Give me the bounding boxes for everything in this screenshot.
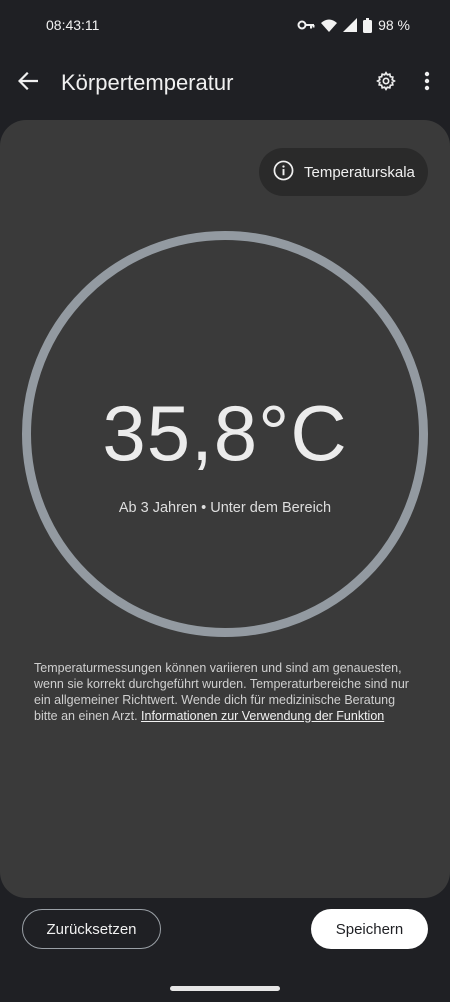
settings-button[interactable] (373, 70, 399, 96)
more-options-button[interactable] (416, 70, 438, 96)
temperature-value: 35,8°C (102, 389, 348, 477)
navigation-handle[interactable] (170, 986, 280, 991)
gear-icon (376, 70, 396, 96)
back-button[interactable] (14, 69, 42, 97)
reset-button[interactable]: Zurücksetzen (22, 909, 161, 949)
signal-icon (343, 18, 358, 32)
battery-percent: 98 % (378, 17, 410, 33)
wifi-icon (321, 19, 338, 32)
status-icons: 98 % (297, 17, 410, 33)
app-bar: Körpertemperatur (0, 56, 450, 110)
vpn-key-icon (297, 19, 315, 31)
battery-icon (363, 17, 373, 33)
back-arrow-icon (17, 71, 39, 95)
status-time: 08:43:11 (46, 17, 100, 33)
temperature-range-label: Ab 3 Jahren • Unter dem Bereich (118, 500, 332, 516)
save-button[interactable]: Speichern (311, 909, 428, 949)
temperature-scale-label: Temperaturskala (304, 163, 415, 181)
info-link[interactable]: Informationen zur Verwendung der Funktio… (141, 709, 384, 723)
status-bar: 08:43:11 98 % (0, 0, 450, 50)
page-title: Körpertemperatur (61, 70, 234, 95)
info-icon (273, 160, 294, 185)
disclaimer-text: Temperaturmessungen können variieren und… (34, 660, 414, 724)
more-vert-icon (424, 71, 430, 96)
temperature-scale-button[interactable]: Temperaturskala (259, 148, 428, 196)
